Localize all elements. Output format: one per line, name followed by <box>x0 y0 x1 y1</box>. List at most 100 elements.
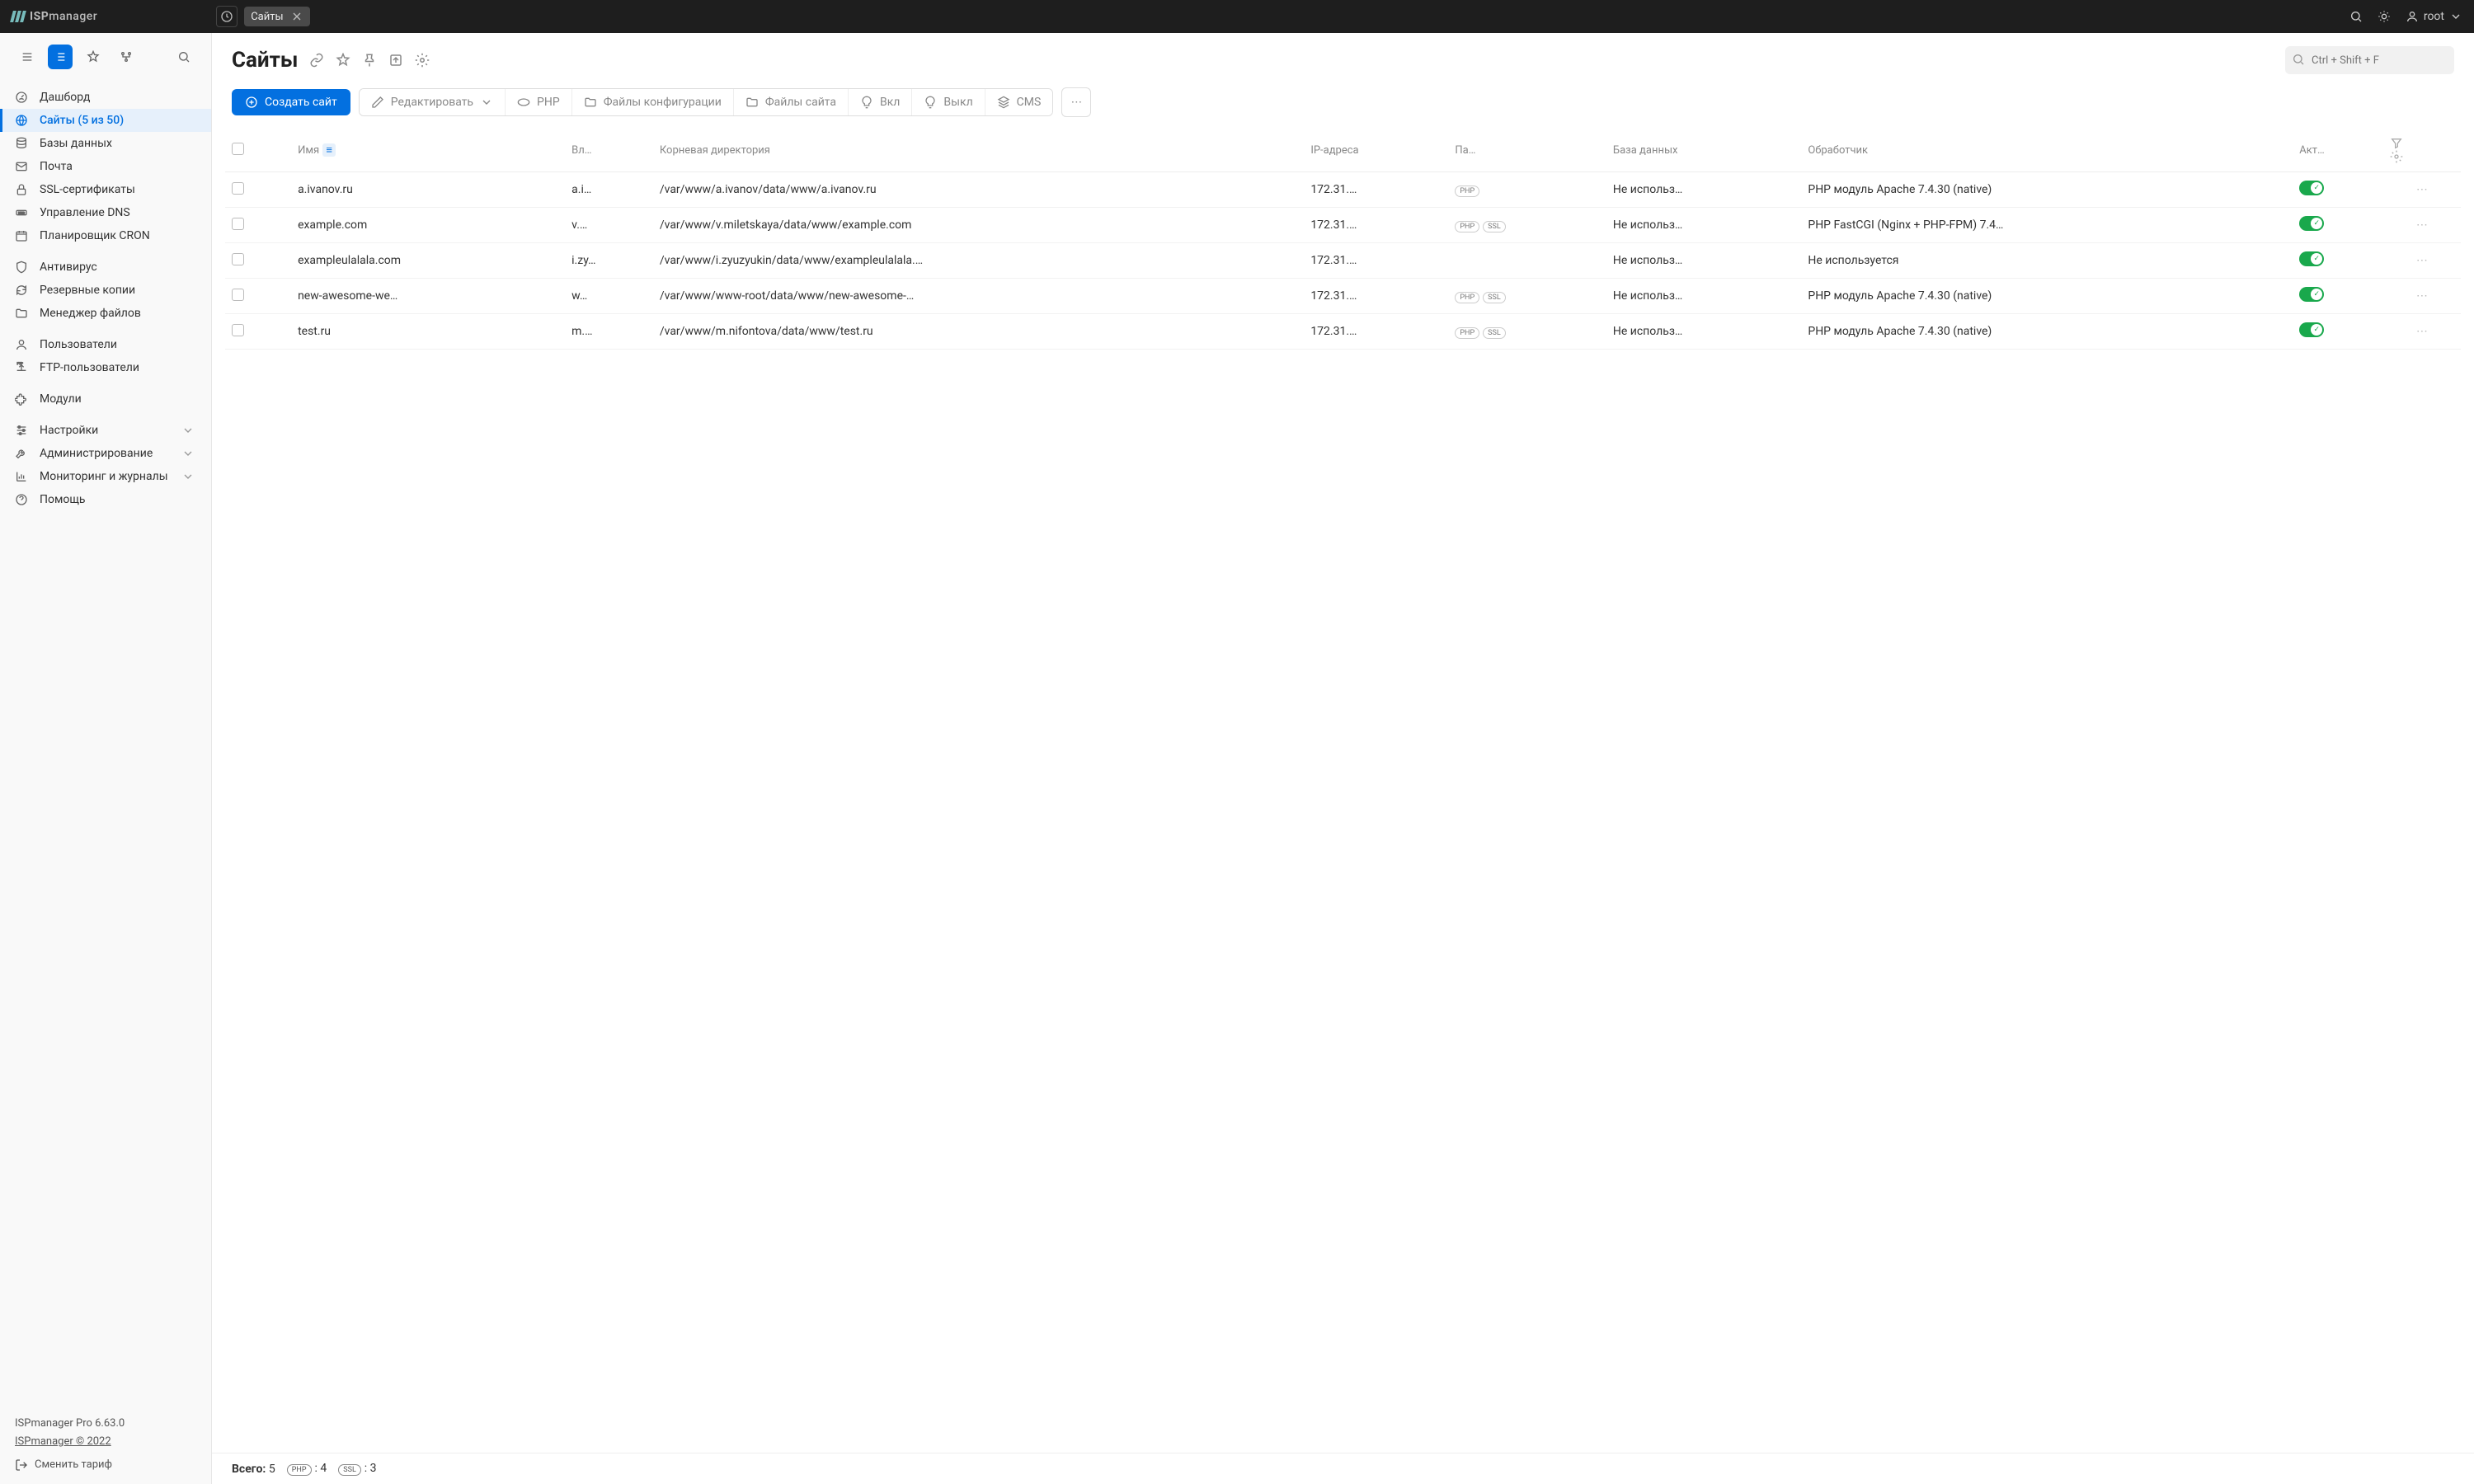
page-title: Сайты <box>232 48 298 73</box>
config-files-button[interactable]: Файлы конфигурации <box>572 89 734 115</box>
help-icon <box>15 493 30 506</box>
tools-icon[interactable] <box>114 45 139 69</box>
sidebar-item-chart[interactable]: Мониторинг и журналы <box>0 465 211 488</box>
cell-db: Не использ… <box>1606 279 1801 314</box>
table-row[interactable]: a.ivanov.rua.i…/var/www/a.ivanov/data/ww… <box>225 172 2461 208</box>
php-button[interactable]: PHP <box>506 89 572 115</box>
sidebar-item-puzzle[interactable]: Модули <box>0 387 211 411</box>
gear-icon[interactable] <box>415 53 430 68</box>
cms-button[interactable]: CMS <box>985 89 1053 115</box>
col-handler[interactable]: Обработчик <box>1801 129 2293 172</box>
col-owner[interactable]: Вл… <box>565 129 653 172</box>
table-row[interactable]: test.rum.…/var/www/m.nifontova/data/www/… <box>225 314 2461 350</box>
col-root[interactable]: Корневая директория <box>653 129 1304 172</box>
list-icon[interactable] <box>48 45 73 69</box>
sidebar-item-mail[interactable]: Почта <box>0 155 211 178</box>
edit-button[interactable]: Редактировать <box>360 89 506 115</box>
dashboard-icon[interactable] <box>216 6 238 27</box>
sidebar-search-icon[interactable] <box>172 45 196 69</box>
sort-icon: ≡ <box>322 143 336 157</box>
col-name[interactable]: Имя≡ <box>291 129 565 172</box>
sidebar-item-folder[interactable]: Менеджер файлов <box>0 302 211 325</box>
php-badge: PHP <box>1455 292 1479 303</box>
brand-light: manager <box>49 10 97 23</box>
sidebar-item-db[interactable]: Базы данных <box>0 132 211 155</box>
table-row[interactable]: exampleulalala.comi.zy…/var/www/i.zyuzyu… <box>225 243 2461 279</box>
chevron-down-icon <box>181 447 196 460</box>
sidebar-item-globe[interactable]: Сайты (5 из 50) <box>0 109 211 132</box>
gear-small-icon[interactable] <box>2390 150 2454 163</box>
sidebar-item-label: FTP-пользователи <box>40 361 139 374</box>
sidebar-item-dns[interactable]: DNSУправление DNS <box>0 201 211 224</box>
link-icon[interactable] <box>309 53 324 68</box>
enable-button[interactable]: Вкл <box>849 89 912 115</box>
col-db[interactable]: База данных <box>1606 129 1801 172</box>
search-input[interactable] <box>2285 46 2454 74</box>
row-checkbox[interactable] <box>232 289 244 301</box>
cell-name: a.ivanov.ru <box>291 172 565 208</box>
active-toggle[interactable] <box>2299 251 2324 266</box>
row-more-button[interactable]: ⋯ <box>2383 243 2461 279</box>
create-site-button[interactable]: Создать сайт <box>232 89 350 115</box>
active-toggle[interactable] <box>2299 181 2324 195</box>
row-checkbox[interactable] <box>232 253 244 265</box>
toolbar-more-button[interactable]: ⋯ <box>1061 87 1091 117</box>
row-checkbox[interactable] <box>232 324 244 336</box>
col-ip[interactable]: IP-адреса <box>1304 129 1448 172</box>
chevron-down-icon <box>181 424 196 437</box>
row-checkbox[interactable] <box>232 182 244 195</box>
tab-sites[interactable]: Сайты <box>244 7 309 26</box>
site-files-button[interactable]: Файлы сайта <box>734 89 849 115</box>
sidebar-item-label: Резервные копии <box>40 284 135 297</box>
ssl-badge: SSL <box>1483 327 1506 339</box>
row-more-button[interactable]: ⋯ <box>2383 279 2461 314</box>
cell-ip: 172.31.… <box>1304 243 1448 279</box>
change-tariff[interactable]: Сменить тариф <box>15 1456 196 1474</box>
sidebar-item-shield[interactable]: Антивирус <box>0 256 211 279</box>
star-outline-icon[interactable] <box>336 53 350 68</box>
close-icon[interactable] <box>290 10 303 23</box>
row-more-button[interactable]: ⋯ <box>2383 172 2461 208</box>
pin-icon[interactable] <box>362 53 377 68</box>
sliders-icon <box>15 424 30 437</box>
sidebar-item-sliders[interactable]: Настройки <box>0 419 211 442</box>
filter-icon[interactable] <box>2390 137 2454 150</box>
php-badge: PHP <box>287 1464 312 1476</box>
page-search[interactable] <box>2285 46 2454 74</box>
row-checkbox[interactable] <box>232 218 244 230</box>
cell-params: PHP <box>1448 172 1606 208</box>
sidebar-item-ftp[interactable]: FTPFTP-пользователи <box>0 356 211 379</box>
row-more-button[interactable]: ⋯ <box>2383 314 2461 350</box>
col-active[interactable]: Акт… <box>2293 129 2382 172</box>
brand-bold: ISP <box>30 10 49 23</box>
col-tools[interactable] <box>2383 129 2461 172</box>
sidebar-item-help[interactable]: Помощь <box>0 488 211 511</box>
cell-handler: PHP модуль Apache 7.4.30 (native) <box>1801 314 2293 350</box>
layers-icon <box>997 96 1010 109</box>
cell-ip: 172.31.… <box>1304 172 1448 208</box>
active-toggle[interactable] <box>2299 216 2324 231</box>
sidebar-item-lock[interactable]: SSL-сертификаты <box>0 178 211 201</box>
sidebar-item-wrench[interactable]: Администрирование <box>0 442 211 465</box>
theme-icon[interactable] <box>2378 10 2391 23</box>
sidebar-item-refresh[interactable]: Резервные копии <box>0 279 211 302</box>
export-icon[interactable] <box>388 53 403 68</box>
table-row[interactable]: new-awesome-we…w…/var/www/www-root/data/… <box>225 279 2461 314</box>
table-row[interactable]: example.comv.…/var/www/v.miletskaya/data… <box>225 208 2461 243</box>
user-menu[interactable]: root <box>2406 10 2462 23</box>
copyright-link[interactable]: ISPmanager © 2022 <box>15 1435 111 1448</box>
version-text: ISPmanager Pro 6.63.0 <box>15 1415 196 1433</box>
star-icon[interactable] <box>81 45 106 69</box>
active-toggle[interactable] <box>2299 322 2324 337</box>
sidebar-item-calendar[interactable]: Планировщик CRON <box>0 224 211 247</box>
disable-button[interactable]: Выкл <box>912 89 985 115</box>
sidebar-item-user[interactable]: Пользователи <box>0 333 211 356</box>
col-params[interactable]: Па… <box>1448 129 1606 172</box>
active-toggle[interactable] <box>2299 287 2324 302</box>
menu-icon[interactable] <box>15 45 40 69</box>
row-more-button[interactable]: ⋯ <box>2383 208 2461 243</box>
select-all-checkbox[interactable] <box>232 143 244 155</box>
sidebar-item-gauge[interactable]: Дашборд <box>0 86 211 109</box>
search-icon[interactable] <box>2349 10 2363 23</box>
logout-icon <box>15 1458 28 1472</box>
